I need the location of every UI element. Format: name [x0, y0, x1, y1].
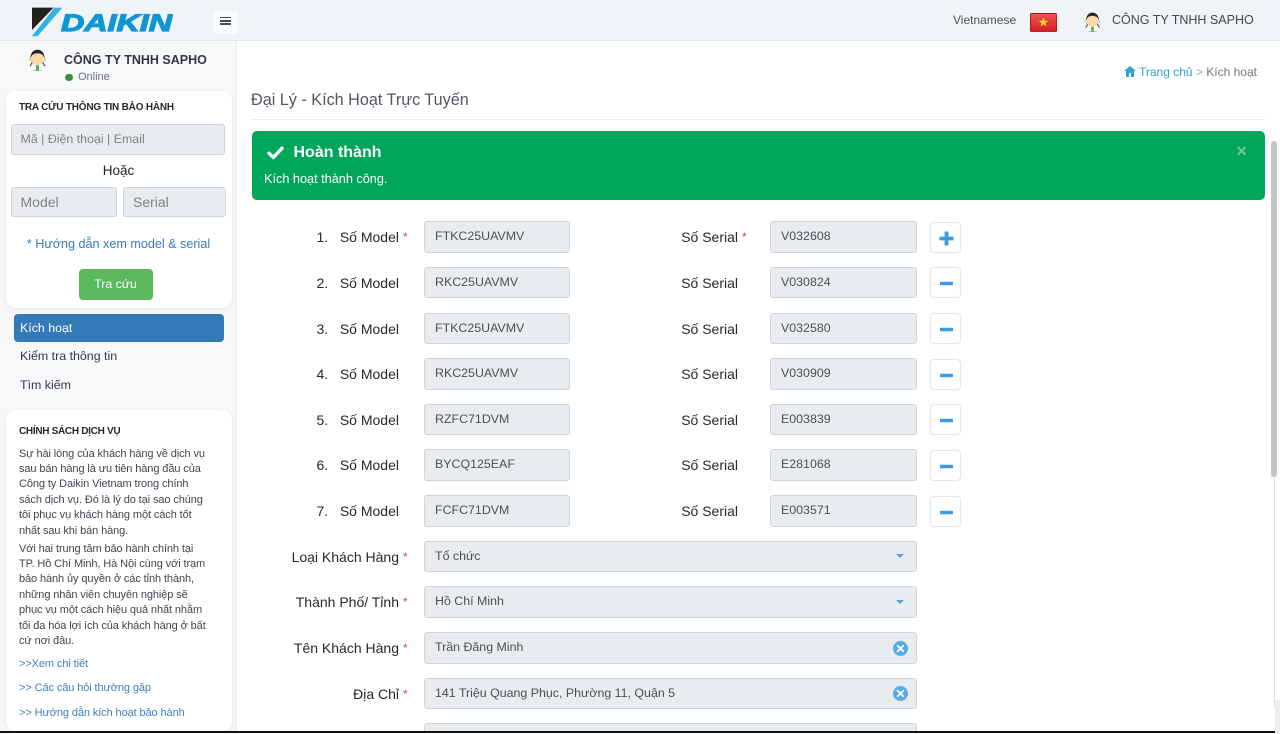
- svg-text:DAIKIN: DAIKIN: [61, 10, 173, 37]
